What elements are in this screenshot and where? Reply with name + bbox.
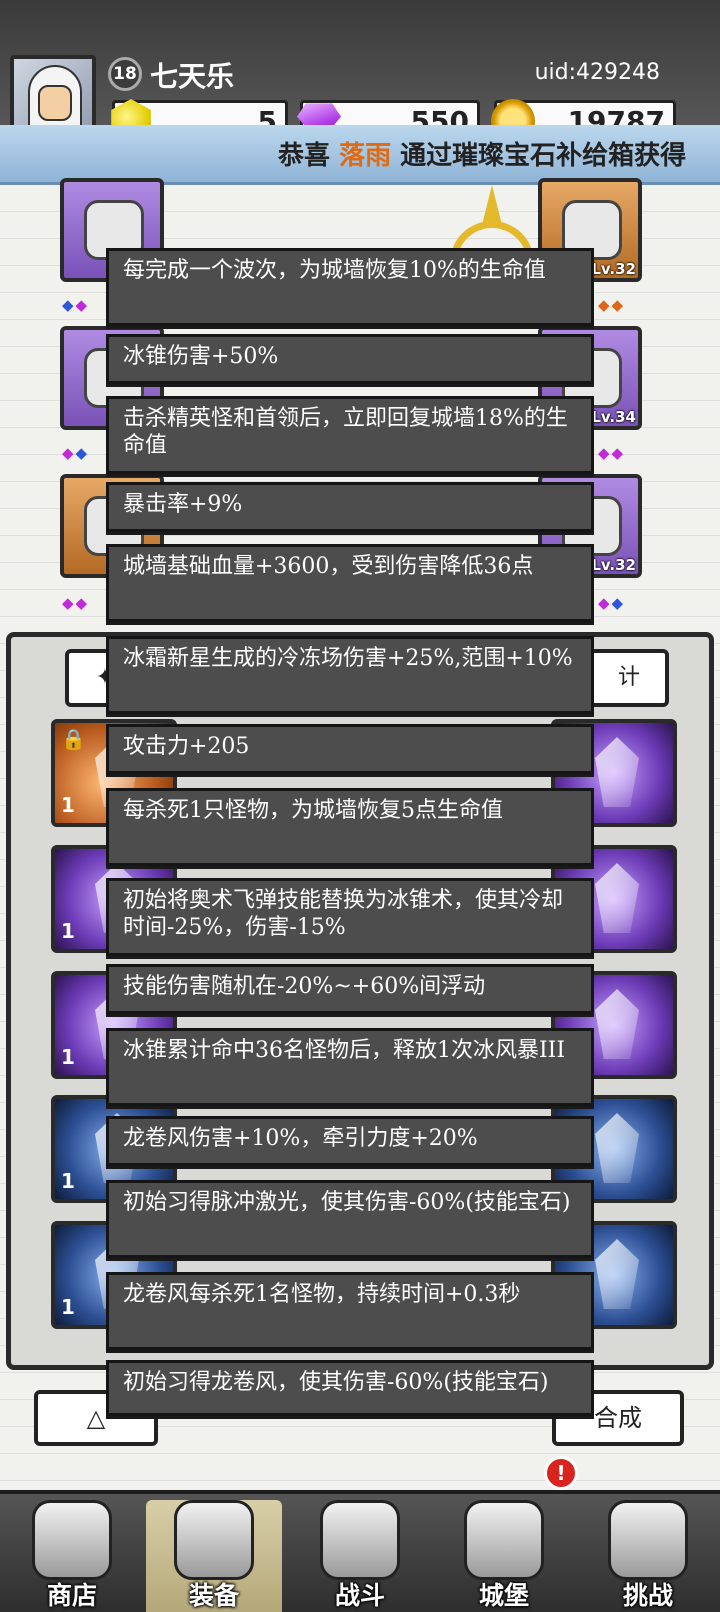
item-count: 1 (61, 793, 75, 817)
slot-level: Lv.32 (591, 260, 636, 278)
staff-tip (482, 185, 502, 225)
tooltip-line: 攻击力+205 (106, 724, 594, 774)
chevron-up-icon: △ (86, 1404, 106, 1432)
crystal-icon (595, 1113, 639, 1183)
slot-gems: ◆◆ (62, 444, 90, 462)
slot-level: Lv.32 (591, 556, 636, 574)
tooltip-line: 冰锥累计命中36名怪物后，释放1次冰风暴III (106, 1028, 594, 1106)
crossed-swords-icon (320, 1500, 400, 1580)
nav-tab-challenge[interactable]: 挑战 (580, 1500, 716, 1612)
tooltip-line: 初始习得龙卷风，使其伤害-60%(技能宝石) (106, 1360, 594, 1416)
nav-tab-equipment[interactable]: 装备 (146, 1500, 282, 1612)
banner-text: 恭喜 落雨 通过璀璨宝石补给箱获得 (278, 135, 686, 172)
tooltip-line: 击杀精英怪和首领后，立即回复城墙18%的生命值 (106, 396, 594, 474)
banner-player-name: 落雨 (339, 141, 392, 171)
nav-tab-castle[interactable]: 城堡 (436, 1500, 572, 1612)
nav-tab-label: 城堡 (478, 1581, 529, 1610)
crystal-icon (595, 1239, 639, 1309)
shield-icon (608, 1500, 688, 1580)
stats-button[interactable]: 计 (589, 649, 669, 707)
player-uid: uid:429248 (534, 60, 660, 85)
nav-tab-label: 战斗 (334, 1581, 385, 1610)
item-count: 1 (61, 919, 75, 943)
slot-gems: ◆◆ (62, 594, 90, 612)
backpack-icon (174, 1500, 254, 1580)
slot-gems: ◆◆ (598, 594, 626, 612)
item-count: 1 (61, 1169, 75, 1193)
nav-tab-shop[interactable]: 商店 (4, 1500, 140, 1612)
item-count: 1 (61, 1295, 75, 1319)
tooltip-line: 龙卷风每杀死1名怪物，持续时间+0.3秒 (106, 1272, 594, 1350)
tooltip-line: 初始习得脉冲激光，使其伤害-60%(技能宝石) (106, 1180, 594, 1258)
alert-badge: ! (544, 1456, 578, 1490)
item-count: 1 (61, 1045, 75, 1069)
player-level-badge: 18 (108, 57, 142, 91)
slot-gems: ◆◆ (598, 444, 626, 462)
tooltip-line: 技能伤害随机在-20%~+60%间浮动 (106, 964, 594, 1014)
bottom-nav: 商店 装备 战斗 城堡 挑战 (0, 1490, 720, 1612)
player-name: 七天乐 (150, 60, 235, 93)
castle-icon (464, 1500, 544, 1580)
tooltip-line: 城墙基础血量+3600，受到伤害降低36点 (106, 544, 594, 622)
announcement-banner: 恭喜 落雨 通过璀璨宝石补给箱获得 (0, 125, 720, 185)
avatar-face (38, 85, 72, 121)
tooltip-line: 冰锥伤害+50% (106, 334, 594, 384)
nav-tab-label: 装备 (188, 1581, 239, 1610)
banner-prefix: 恭喜 (278, 141, 331, 171)
nav-tab-battle[interactable]: 战斗 (292, 1500, 428, 1612)
slot-gems: ◆◆ (62, 296, 90, 314)
crystal-icon (595, 863, 639, 933)
tooltip-line: 龙卷风伤害+10%，牵引力度+20% (106, 1116, 594, 1166)
slot-level: Lv.34 (591, 408, 636, 426)
tooltip-line: 每完成一个波次，为城墙恢复10%的生命值 (106, 248, 594, 326)
crystal-icon (595, 737, 639, 807)
crystal-icon (595, 989, 639, 1059)
nav-tab-label: 商店 (46, 1581, 97, 1610)
tooltip-line: 冰霜新星生成的冷冻场伤害+25%,范围+10% (106, 636, 594, 714)
tooltip-line: 暴击率+9% (106, 482, 594, 532)
lock-icon: 🔒 (61, 727, 86, 751)
tooltip-line: 每杀死1只怪物，为城墙恢复5点生命值 (106, 788, 594, 866)
stats-label: 计 (617, 665, 640, 690)
nav-tab-label: 挑战 (622, 1581, 673, 1610)
slot-gems: ◆◆ (598, 296, 626, 314)
shop-icon (32, 1500, 112, 1580)
tooltip-line: 初始将奥术飞弹技能替换为冰锥术，使其冷却时间-25%，伤害-15% (106, 878, 594, 956)
banner-suffix: 通过璀璨宝石补给箱获得 (400, 141, 687, 171)
combine-label: 合成 (594, 1404, 642, 1432)
